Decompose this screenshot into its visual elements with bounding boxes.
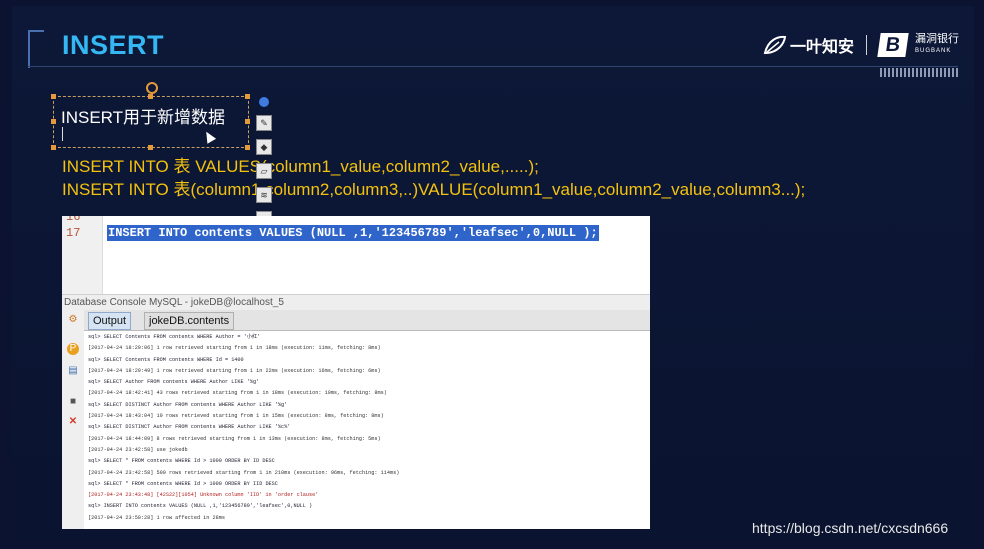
text-box-content[interactable]: INSERT用于新增数据 — [61, 103, 225, 128]
log-line: [2017-04-24 18:42:41] 43 rows retrieved … — [88, 390, 387, 397]
log-line: sql> SELECT * FROM contents WHERE Id > 1… — [88, 458, 275, 465]
table-icon[interactable]: ▤ — [67, 365, 79, 377]
tab-output[interactable]: Output — [88, 312, 132, 330]
resize-handle[interactable] — [148, 94, 153, 99]
brand-right-sub: BUGBANK — [915, 48, 952, 54]
selected-text-box[interactable]: INSERT用于新增数据 — [53, 96, 249, 148]
log-line: [2017-04-24 23:42:58] 500 rows retrieved… — [88, 469, 400, 476]
line-number: 16 — [66, 216, 81, 224]
log-line: [2017-04-24 18:44:09] 8 rows retrieved s… — [88, 435, 381, 442]
selected-sql-statement[interactable]: INSERT INTO contents VALUES (NULL ,1,'12… — [107, 225, 599, 241]
resize-handle[interactable] — [148, 145, 153, 150]
resize-handle[interactable] — [51, 119, 56, 124]
tab-jokedb-contents[interactable]: jokeDB.contents — [144, 312, 235, 330]
title-frame-corner — [28, 30, 44, 68]
collapse-icon[interactable] — [259, 97, 269, 107]
log-line: [2017-04-24 18:43:04] 10 rows retrieved … — [88, 413, 384, 420]
watermark-url: https://blog.csdn.net/cxcsdn666 — [752, 520, 949, 536]
layers-icon[interactable]: ≋ — [256, 187, 272, 203]
resize-handle[interactable] — [245, 94, 250, 99]
brand-right-name: 漏洞银行 — [915, 33, 960, 45]
log-line: [2017-04-24 23:43:48] [42S22][1054] Unkn… — [88, 492, 319, 499]
fill-icon[interactable]: ◆ — [256, 139, 272, 155]
ide-screenshot: 16 17 INSERT INTO contents VALUES (NULL … — [62, 216, 650, 529]
log-line: [2017-04-24 23:42:58] use jokedb — [88, 446, 188, 453]
log-line: sql> SELECT DISTINCT Author FROM content… — [88, 401, 288, 408]
resize-handle[interactable] — [51, 94, 56, 99]
sql-editor[interactable]: 16 17 INSERT INTO contents VALUES (NULL … — [62, 216, 650, 294]
log-line: sql> SELECT Contents FROM contents WHERE… — [88, 356, 244, 363]
console-tabs: Output jokeDB.contents — [62, 310, 650, 331]
console-log: sql> SELECT Contents FROM contents WHERE… — [88, 332, 648, 524]
edit-icon[interactable]: ✎ — [256, 115, 272, 131]
resize-handle[interactable] — [245, 145, 250, 150]
stop-icon[interactable]: ■ — [67, 396, 79, 408]
line-gutter: 16 17 — [62, 216, 103, 294]
brand-right: 漏洞银行 BUGBANK — [915, 33, 959, 57]
close-icon[interactable]: ✕ — [67, 416, 79, 428]
bugbank-logo-icon: B — [877, 33, 909, 57]
resize-handle[interactable] — [245, 119, 250, 124]
text-caret — [62, 127, 63, 141]
resize-handle[interactable] — [51, 145, 56, 150]
log-line: sql> INSERT INTO contents VALUES (NULL ,… — [88, 503, 313, 510]
title-frame-line — [28, 66, 958, 67]
leaf-logo-icon — [763, 35, 787, 54]
line-number: 17 — [66, 226, 81, 240]
brand-left-name: 一叶知安 — [790, 39, 855, 56]
console-title-bar: Database Console MySQL - jokeDB@localhos… — [62, 294, 650, 311]
floating-toolbar: ✎ ◆ ▱ ≋ ⌗ — [256, 97, 272, 235]
log-line: [2017-04-24 23:50:28] 1 row affected in … — [88, 514, 225, 521]
pin-icon[interactable]: P — [67, 343, 79, 355]
log-line: sql> SELECT Author FROM contents WHERE A… — [88, 379, 260, 386]
rotate-handle-icon[interactable] — [146, 82, 158, 94]
brand-separator — [866, 35, 868, 55]
syntax-line-1: INSERT INTO 表 VALUES(column1_value,colum… — [62, 157, 539, 176]
syntax-line-2: INSERT INTO 表(column1,column2,column3,..… — [62, 180, 806, 199]
outline-icon[interactable]: ▱ — [256, 163, 272, 179]
log-line: sql> SELECT Contents FROM contents WHERE… — [88, 334, 261, 340]
settings-icon[interactable]: ⚙ — [67, 314, 79, 326]
log-line: sql> SELECT DISTINCT Author FROM content… — [88, 424, 291, 431]
console-sidebar: ⚙ P ▤ ■ ✕ — [62, 310, 84, 529]
decorative-stripes — [880, 68, 958, 77]
log-line: sql> SELECT * FROM contents WHERE Id > 1… — [88, 480, 278, 487]
log-line: [2017-04-24 18:29:49] 1 row retrieved st… — [88, 367, 381, 374]
slide-title: INSERT — [62, 30, 165, 60]
brand-logos: 一叶知安 B 漏洞银行 BUGBANK — [762, 33, 959, 57]
log-line: [2017-04-24 18:29:06] 1 row retrieved st… — [88, 345, 381, 352]
